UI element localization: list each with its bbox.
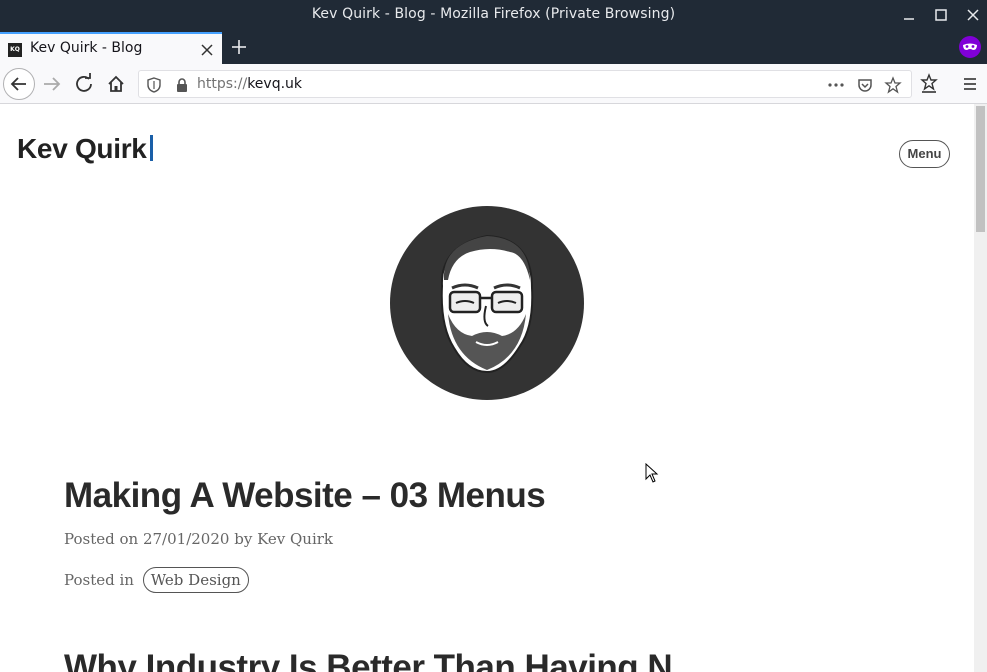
tab-title: Kev Quirk - Blog [30, 40, 143, 56]
tab-kev-quirk-blog[interactable]: KQ Kev Quirk - Blog [0, 32, 222, 64]
title-caret [149, 135, 153, 161]
page-actions-icon[interactable] [827, 76, 845, 94]
post-date[interactable]: 27/01/2020 [143, 530, 229, 548]
post-title[interactable]: Why Industry Is Better Than Having N [64, 648, 673, 672]
post-meta: Posted on 27/01/2020 by Kev Quirk [64, 530, 333, 548]
post-categories: Posted in Web Design [64, 567, 249, 593]
pocket-icon[interactable] [856, 76, 874, 94]
author-avatar [390, 206, 584, 400]
scrollbar-thumb[interactable] [976, 106, 985, 232]
mouse-pointer-icon [645, 462, 659, 483]
menu-button[interactable]: Menu [899, 140, 950, 168]
tracking-protection-shield-icon[interactable] [145, 76, 163, 94]
hamburger-menu-icon[interactable] [958, 71, 986, 99]
posted-in-label: Posted in [64, 571, 134, 589]
post-author[interactable]: Kev Quirk [257, 530, 333, 548]
category-tag[interactable]: Web Design [142, 567, 249, 593]
url-bar[interactable]: https://kevq.uk [138, 70, 912, 98]
window-titlebar: Kev Quirk - Blog - Mozilla Firefox (Priv… [0, 0, 987, 30]
tab-strip: KQ Kev Quirk - Blog [0, 30, 987, 64]
window-title: Kev Quirk - Blog - Mozilla Firefox (Priv… [311, 6, 676, 22]
back-button[interactable] [3, 68, 35, 100]
lock-icon[interactable] [173, 76, 191, 94]
url-text[interactable]: https://kevq.uk [197, 76, 302, 92]
site-favicon-icon: KQ [8, 43, 22, 57]
web-page: Kev Quirk Menu Making A Website – 03 Men… [0, 104, 974, 672]
close-window-icon[interactable] [963, 5, 983, 25]
bookmark-star-icon[interactable] [884, 76, 902, 94]
reload-button[interactable] [70, 70, 98, 98]
close-tab-icon[interactable] [200, 42, 214, 56]
navigation-toolbar: https://kevq.uk [0, 64, 987, 104]
posted-on-label: Posted on [64, 530, 139, 548]
library-icon[interactable] [916, 71, 944, 99]
private-browsing-icon [959, 36, 981, 58]
by-label: by [234, 530, 253, 548]
forward-button[interactable] [38, 70, 66, 98]
maximize-icon[interactable] [931, 5, 951, 25]
home-button[interactable] [102, 70, 130, 98]
page-scrollbar[interactable] [974, 104, 987, 672]
new-tab-icon[interactable] [230, 38, 248, 56]
post-title[interactable]: Making A Website – 03 Menus [64, 476, 546, 516]
minimize-icon[interactable] [899, 5, 919, 25]
site-title[interactable]: Kev Quirk [17, 133, 153, 165]
